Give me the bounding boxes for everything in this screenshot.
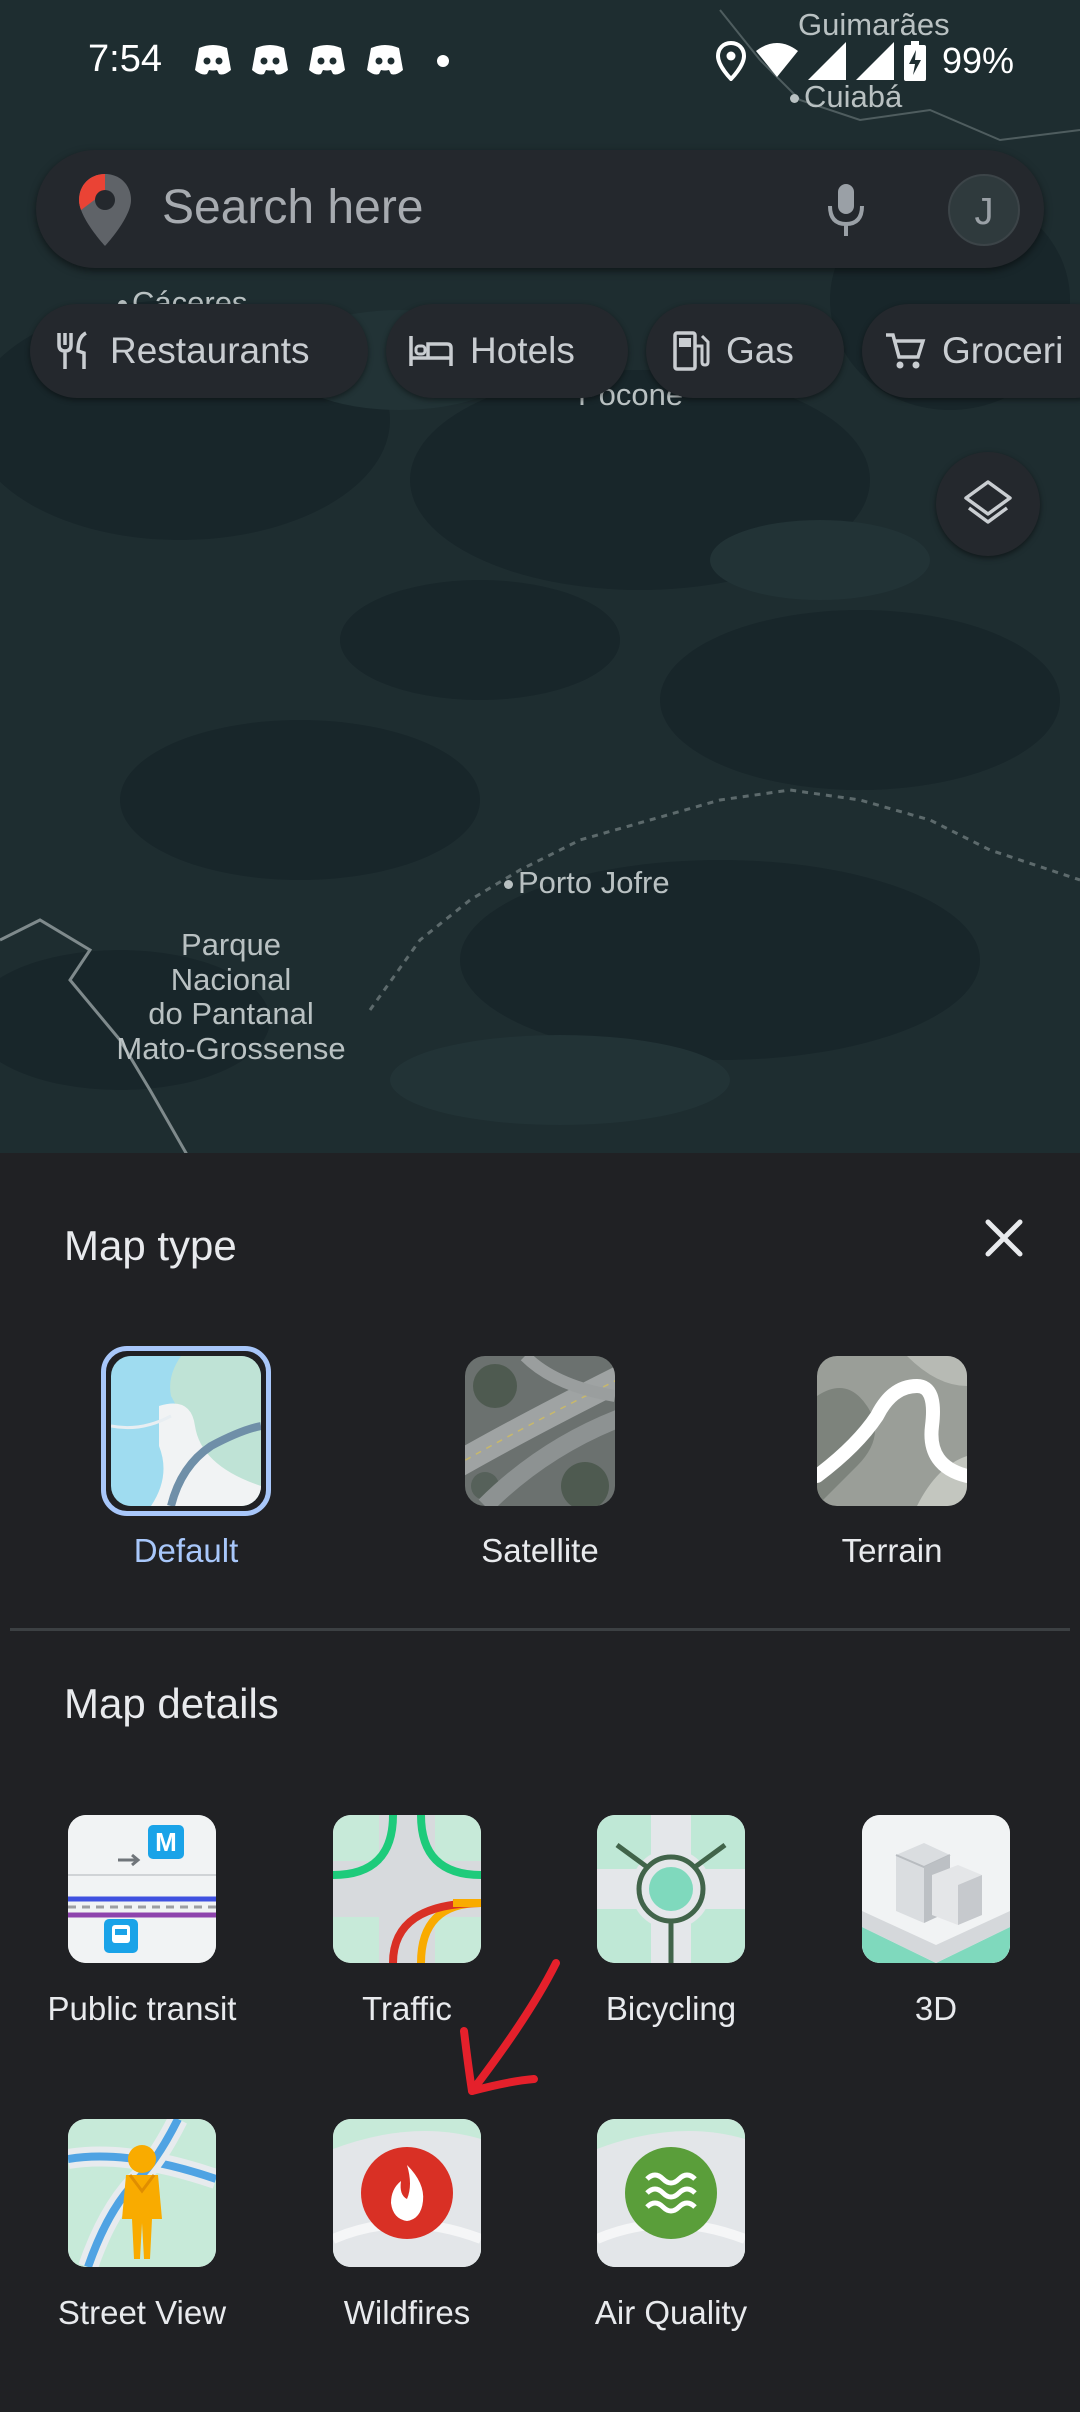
map-type-label: Terrain xyxy=(841,1532,943,1569)
discord-icon xyxy=(195,45,231,75)
chip-label: Groceri xyxy=(942,330,1064,371)
map-type-title: Map type xyxy=(64,1222,237,1269)
signal-icon xyxy=(855,42,894,80)
satellite-map-thumbnail xyxy=(465,1356,615,1506)
microphone-icon[interactable] xyxy=(826,182,866,238)
discord-icon xyxy=(367,45,403,75)
detail-label: Air Quality xyxy=(594,2294,748,2331)
layers-icon xyxy=(964,480,1012,524)
street-view-thumbnail xyxy=(68,2119,216,2267)
map-details-title: Map details xyxy=(64,1680,279,1727)
gas-pump-icon xyxy=(673,331,710,371)
fork-knife-icon xyxy=(57,331,87,369)
air-quality-thumbnail xyxy=(597,2119,745,2267)
chip-label: Restaurants xyxy=(110,330,310,371)
city-dot-icon xyxy=(504,880,513,890)
chip-groceries[interactable]: Groceri xyxy=(862,304,1080,398)
map-type-label: Satellite xyxy=(481,1532,599,1569)
system-status-icons: 99% xyxy=(715,36,1014,86)
traffic-thumbnail xyxy=(333,1815,481,1963)
detail-label: Public transit xyxy=(47,1990,237,2027)
chip-hotels[interactable]: Hotels xyxy=(386,304,628,398)
discord-icon xyxy=(309,45,345,75)
bed-icon xyxy=(409,336,453,366)
maps-pin-icon xyxy=(79,174,131,246)
layers-button[interactable] xyxy=(936,452,1040,556)
chip-label: Gas xyxy=(726,330,794,371)
discord-icon xyxy=(252,45,288,75)
terrain-map-thumbnail xyxy=(817,1356,967,1506)
map-label-pantanal-park[interactable]: Parque Nacional do Pantanal Mato-Grossen… xyxy=(88,927,374,1067)
detail-label: Street View xyxy=(57,2294,227,2331)
svg-text:M: M xyxy=(155,1827,177,1857)
3d-thumbnail xyxy=(862,1815,1010,1963)
chip-label: Hotels xyxy=(470,330,575,371)
chip-gas[interactable]: Gas xyxy=(646,304,844,398)
map-type-label: Default xyxy=(133,1532,239,1569)
search-bar[interactable]: Search here J xyxy=(36,150,1044,268)
public-transit-thumbnail: M xyxy=(68,1815,216,1963)
bicycling-thumbnail xyxy=(597,1815,745,1963)
map-label-porto-jofre-text: Porto Jofre xyxy=(518,865,670,900)
location-icon xyxy=(715,41,746,81)
battery-charging-icon xyxy=(903,41,926,81)
map-label-porto-jofre[interactable]: Porto Jofre xyxy=(504,865,670,901)
search-input[interactable]: Search here xyxy=(162,180,424,235)
account-avatar[interactable]: J xyxy=(948,174,1020,246)
wildfires-thumbnail xyxy=(333,2119,481,2267)
annotation-arrow-icon xyxy=(460,1959,560,2095)
signal-icon xyxy=(807,42,846,80)
detail-label: Wildfires xyxy=(343,2294,471,2331)
chip-restaurants[interactable]: Restaurants xyxy=(30,304,368,398)
status-time: 7:54 xyxy=(88,38,162,80)
wifi-icon xyxy=(755,43,798,77)
status-bar: 7:54 99% xyxy=(0,0,1080,126)
default-map-thumbnail xyxy=(111,1356,261,1506)
cart-icon xyxy=(886,333,926,369)
detail-label: 3D xyxy=(914,1990,958,2027)
section-divider xyxy=(10,1628,1070,1631)
close-icon[interactable] xyxy=(976,1210,1032,1266)
dot-icon xyxy=(437,55,449,67)
battery-percent: 99% xyxy=(941,40,1014,81)
